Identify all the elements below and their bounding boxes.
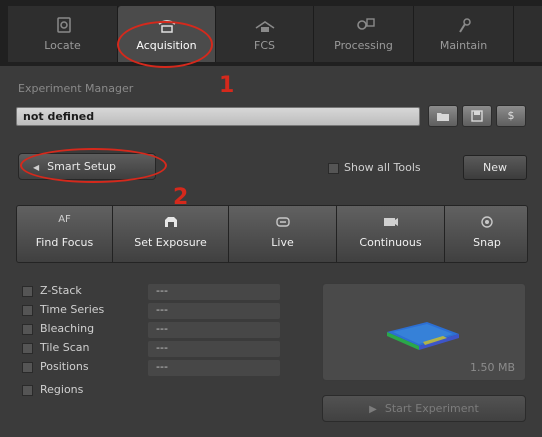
bleaching-row[interactable]: Bleaching --- (22, 322, 322, 340)
start-experiment-label: Start Experiment (384, 402, 479, 415)
acquisition-icon (157, 20, 176, 33)
annotation-number-1: 1 (219, 73, 235, 98)
af-icon: AF (58, 214, 71, 225)
new-button[interactable]: New (463, 155, 527, 180)
save-icon (471, 110, 483, 122)
bleaching-checkbox[interactable] (22, 323, 33, 335)
show-all-tools-checkbox[interactable] (328, 162, 339, 174)
tab-acquisition[interactable]: Acquisition (118, 6, 216, 62)
snap-button[interactable]: Snap (445, 206, 527, 262)
module-tab-bar: Locate Acquisition FCS Processing Mainta… (0, 0, 542, 66)
continuous-button[interactable]: Continuous (337, 206, 445, 262)
live-icon (275, 217, 290, 227)
dimension-label: Regions (40, 383, 84, 396)
action-label: Find Focus (35, 236, 94, 249)
dollar-icon: $ (507, 109, 515, 122)
acquisition-action-bar: AF Find Focus Set Exposure Live Continuo… (16, 205, 528, 263)
exposure-icon (164, 217, 177, 227)
bleaching-value: --- (148, 322, 280, 338)
dimension-label: Z-Stack (40, 284, 82, 297)
time-series-checkbox[interactable] (22, 304, 33, 316)
dimension-label: Tile Scan (40, 341, 90, 354)
snap-icon (481, 216, 493, 228)
time-series-value: --- (148, 303, 280, 319)
smart-setup-label: Smart Setup (47, 160, 116, 173)
tab-locate[interactable]: Locate (8, 6, 118, 62)
tab-label: FCS (254, 39, 275, 52)
smart-setup-button[interactable]: ◀ Smart Setup (18, 153, 156, 180)
set-exposure-button[interactable]: Set Exposure (113, 206, 229, 262)
action-label: Live (271, 236, 294, 249)
tab-processing[interactable]: Processing (314, 6, 414, 62)
dimension-label: Bleaching (40, 322, 95, 335)
continuous-icon (383, 218, 398, 226)
live-button[interactable]: Live (229, 206, 337, 262)
regions-checkbox[interactable] (22, 384, 33, 396)
save-experiment-button[interactable] (462, 105, 492, 127)
tile-scan-row[interactable]: Tile Scan --- (22, 341, 322, 359)
tab-label: Acquisition (136, 39, 197, 52)
z-stack-row[interactable]: Z-Stack --- (22, 284, 322, 302)
maintain-icon (458, 18, 471, 33)
tab-label: Locate (44, 39, 81, 52)
start-experiment-button[interactable]: ▶ Start Experiment (322, 395, 526, 422)
experiment-manager-label: Experiment Manager (18, 82, 134, 95)
experiment-select[interactable]: not defined (16, 107, 420, 126)
positions-checkbox[interactable] (22, 361, 33, 373)
positions-value: --- (148, 360, 280, 376)
open-experiment-button[interactable] (428, 105, 458, 127)
tab-maintain[interactable]: Maintain (414, 6, 514, 62)
z-stack-value: --- (148, 284, 280, 300)
triangle-left-icon: ◀ (33, 163, 40, 172)
action-label: Set Exposure (134, 236, 207, 249)
tab-label: Maintain (439, 39, 488, 52)
action-label: Continuous (359, 236, 422, 249)
image-stack-icon (387, 322, 459, 350)
show-all-tools-toggle[interactable]: Show all Tools (328, 161, 421, 174)
tile-scan-value: --- (148, 341, 280, 357)
processing-icon (356, 18, 375, 30)
tab-fcs[interactable]: FCS (216, 6, 314, 62)
experiment-options-button[interactable]: $ (496, 105, 526, 127)
fcs-icon (255, 21, 274, 32)
dimension-label: Time Series (40, 303, 105, 316)
data-size-label: 1.50 MB (469, 361, 515, 374)
dimension-label: Positions (40, 360, 89, 373)
tile-scan-checkbox[interactable] (22, 342, 33, 354)
experiment-preview: 1.50 MB (322, 283, 526, 381)
z-stack-checkbox[interactable] (22, 285, 33, 297)
positions-row[interactable]: Positions --- (22, 360, 322, 378)
open-folder-icon (437, 113, 449, 121)
tab-label: Processing (334, 39, 393, 52)
time-series-row[interactable]: Time Series --- (22, 303, 322, 321)
play-icon: ▶ (369, 404, 377, 415)
show-all-tools-label: Show all Tools (344, 161, 421, 174)
find-focus-button[interactable]: AF Find Focus (17, 206, 113, 262)
locate-icon (56, 17, 71, 33)
tab-overflow (514, 6, 542, 62)
action-label: Snap (473, 236, 501, 249)
regions-row[interactable]: Regions (22, 383, 322, 401)
